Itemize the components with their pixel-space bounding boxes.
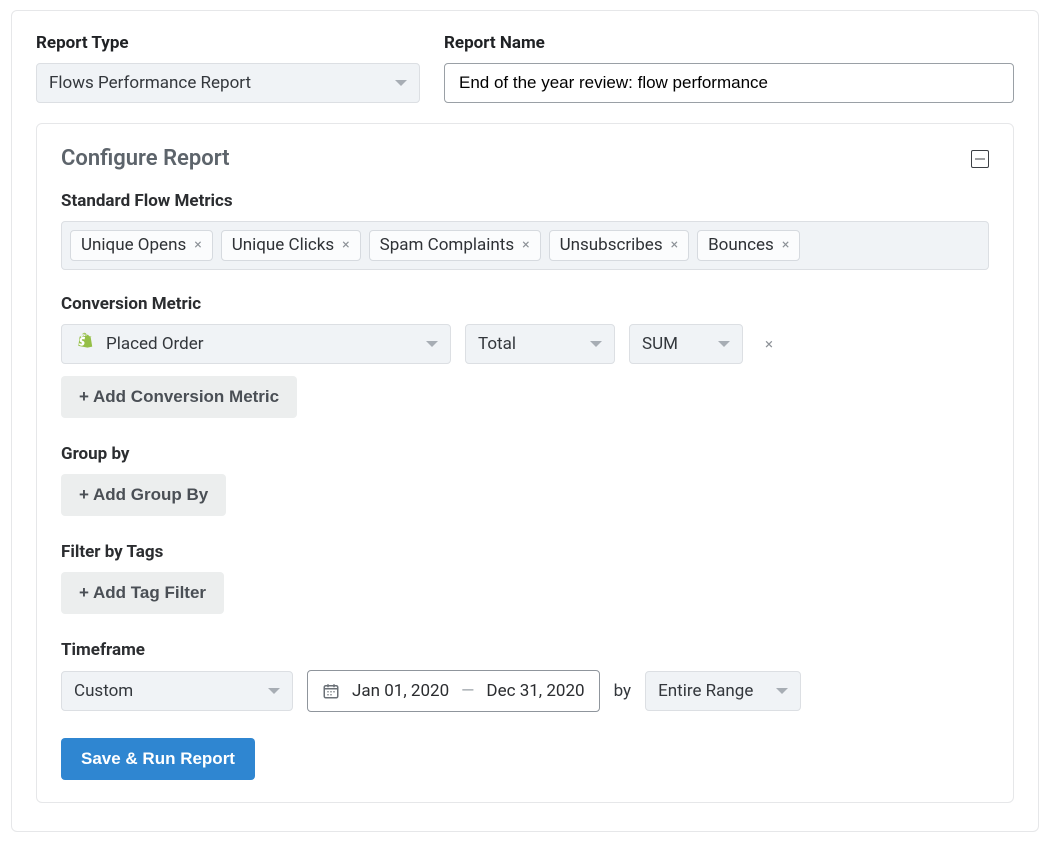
- close-icon[interactable]: ×: [342, 238, 349, 252]
- conversion-metric-row: Placed Order Total SUM ×: [61, 324, 989, 364]
- conversion-func-selected: SUM: [642, 334, 678, 354]
- standard-metrics-tagbar[interactable]: Unique Opens × Unique Clicks × Spam Comp…: [61, 221, 989, 270]
- filter-tags-label: Filter by Tags: [61, 542, 989, 562]
- configure-report-panel: Configure Report Standard Flow Metrics U…: [36, 123, 1014, 803]
- timeframe-mode-selected: Custom: [74, 681, 133, 701]
- timeframe-label: Timeframe: [61, 640, 989, 660]
- add-tag-filter-button[interactable]: + Add Tag Filter: [61, 572, 224, 614]
- date-range-picker[interactable]: Jan 01, 2020 — Dec 31, 2020: [307, 670, 600, 712]
- date-end: Dec 31, 2020: [486, 681, 584, 701]
- save-run-report-button[interactable]: Save & Run Report: [61, 738, 255, 780]
- metric-tag-label: Bounces: [708, 235, 774, 255]
- report-type-selected: Flows Performance Report: [49, 73, 251, 93]
- report-type-field: Report Type Flows Performance Report: [36, 33, 420, 103]
- metric-tag-label: Unique Opens: [81, 235, 186, 255]
- add-group-by-button[interactable]: + Add Group By: [61, 474, 226, 516]
- standard-metrics-section: Standard Flow Metrics Unique Opens × Uni…: [61, 191, 989, 270]
- conversion-agg-select[interactable]: Total: [465, 324, 615, 364]
- panel-title: Configure Report: [61, 146, 230, 171]
- group-by-section: Group by + Add Group By: [61, 444, 989, 516]
- remove-conversion-icon[interactable]: ×: [765, 335, 773, 353]
- conversion-agg-selected: Total: [478, 334, 516, 354]
- chevron-down-icon: [718, 341, 730, 347]
- collapse-icon[interactable]: [971, 150, 989, 168]
- conversion-func-select[interactable]: SUM: [629, 324, 743, 364]
- filter-tags-section: Filter by Tags + Add Tag Filter: [61, 542, 989, 614]
- calendar-icon: [322, 682, 340, 700]
- chevron-down-icon: [426, 341, 438, 347]
- timeframe-range-select[interactable]: Entire Range: [645, 671, 801, 711]
- chevron-down-icon: [590, 341, 602, 347]
- report-builder-card: Report Type Flows Performance Report Rep…: [11, 10, 1039, 832]
- standard-metrics-label: Standard Flow Metrics: [61, 191, 989, 211]
- metric-tag: Unique Clicks ×: [221, 230, 361, 261]
- report-type-select[interactable]: Flows Performance Report: [36, 63, 420, 103]
- metric-tag-label: Unsubscribes: [560, 235, 663, 255]
- dash-icon: —: [461, 681, 474, 701]
- metric-tag-label: Unique Clicks: [232, 235, 334, 255]
- close-icon[interactable]: ×: [782, 238, 789, 252]
- metric-tag-label: Spam Complaints: [380, 235, 514, 255]
- conversion-metric-select[interactable]: Placed Order: [61, 324, 451, 364]
- top-row: Report Type Flows Performance Report Rep…: [36, 33, 1014, 103]
- group-by-label: Group by: [61, 444, 989, 464]
- chevron-down-icon: [776, 688, 788, 694]
- shopify-icon: [74, 332, 96, 356]
- report-name-input[interactable]: [444, 63, 1014, 103]
- close-icon[interactable]: ×: [671, 238, 678, 252]
- timeframe-mode-select[interactable]: Custom: [61, 671, 293, 711]
- add-conversion-metric-button[interactable]: + Add Conversion Metric: [61, 376, 297, 418]
- conversion-metric-section: Conversion Metric Placed Order Total: [61, 294, 989, 418]
- metric-tag: Unsubscribes ×: [549, 230, 690, 261]
- date-start: Jan 01, 2020: [352, 681, 449, 701]
- chevron-down-icon: [395, 80, 407, 86]
- conversion-metric-selected: Placed Order: [106, 334, 203, 354]
- chevron-down-icon: [268, 688, 280, 694]
- panel-header: Configure Report: [61, 146, 989, 171]
- report-name-label: Report Name: [444, 33, 1014, 53]
- report-type-label: Report Type: [36, 33, 420, 53]
- timeframe-section: Timeframe Custom: [61, 640, 989, 712]
- by-text: by: [614, 681, 632, 701]
- metric-tag: Bounces ×: [697, 230, 800, 261]
- timeframe-row: Custom J: [61, 670, 989, 712]
- metric-tag: Spam Complaints ×: [369, 230, 541, 261]
- close-icon[interactable]: ×: [522, 238, 529, 252]
- close-icon[interactable]: ×: [194, 238, 201, 252]
- timeframe-range-selected: Entire Range: [658, 681, 753, 701]
- report-name-field: Report Name: [444, 33, 1014, 103]
- conversion-metric-label: Conversion Metric: [61, 294, 989, 314]
- metric-tag: Unique Opens ×: [70, 230, 213, 261]
